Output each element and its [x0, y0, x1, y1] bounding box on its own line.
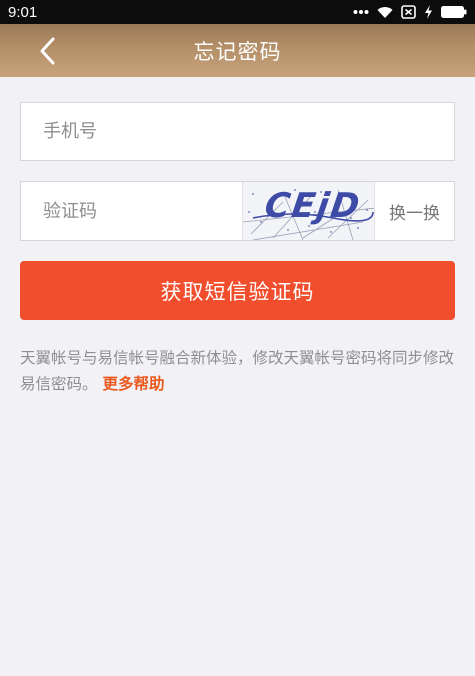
page-title: 忘记密码: [193, 39, 282, 64]
phone-input[interactable]: [21, 103, 454, 160]
back-button[interactable]: [28, 32, 68, 70]
status-bar: 9:01: [0, 0, 475, 24]
sim-x-icon: [401, 5, 416, 19]
phone-field: [20, 102, 455, 161]
captcha-image[interactable]: CEjD: [242, 182, 375, 240]
verification-code-field: CEjD 换一换: [20, 181, 455, 241]
chevron-left-icon: [40, 37, 55, 65]
get-sms-code-button[interactable]: 获取短信验证码: [20, 261, 455, 320]
code-input[interactable]: [21, 182, 242, 240]
status-icons: [353, 5, 467, 19]
notice-text: 天翼帐号与易信帐号融合新体验，修改天翼帐号密码将同步修改易信密码。: [20, 349, 455, 393]
refresh-captcha-button[interactable]: 换一换: [375, 182, 454, 240]
account-notice: 天翼帐号与易信帐号融合新体验，修改天翼帐号密码将同步修改易信密码。 更多帮助: [20, 345, 460, 397]
charging-icon: [425, 5, 432, 19]
wifi-icon: [377, 6, 393, 18]
more-help-link[interactable]: 更多帮助: [102, 375, 164, 393]
nav-bar: 忘记密码: [0, 24, 475, 77]
battery-icon: [441, 6, 467, 18]
captcha-text: CEjD: [262, 186, 364, 226]
status-time: 9:01: [8, 3, 38, 21]
dots-icon: [353, 10, 369, 14]
